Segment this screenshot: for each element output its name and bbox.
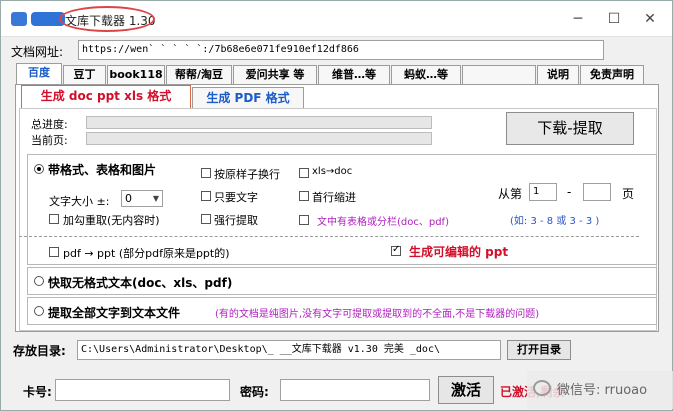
text-only-checkbox[interactable] [201, 191, 211, 201]
url-label: 文档网址: [11, 45, 64, 59]
password-input[interactable] [280, 379, 430, 401]
pdf-ppt-checkbox[interactable] [49, 247, 59, 257]
maximize-icon[interactable]: ☐ [602, 9, 626, 29]
tab-blank[interactable] [462, 65, 536, 84]
page-from-label: 从第 [498, 187, 523, 201]
save-dir-label: 存放目录: [13, 344, 66, 358]
tab-docin[interactable]: 豆丁 [63, 65, 106, 84]
tab-weipu[interactable]: 维普…等 [318, 65, 390, 84]
text-only-label: 只要文字 [214, 191, 258, 204]
table-columns-checkbox[interactable] [299, 215, 309, 225]
card-label: 卡号: [23, 385, 52, 399]
format-radio[interactable] [34, 164, 44, 174]
xls-doc-label: xls→doc [312, 166, 353, 177]
extract-all-radio[interactable] [34, 306, 44, 316]
force-checkbox[interactable] [201, 214, 211, 224]
tab-doc-ppt-xls[interactable]: 生成 doc ppt xls 格式 [21, 85, 191, 109]
page-from-input[interactable]: 1 [529, 183, 557, 201]
wrap-checkbox[interactable] [201, 168, 211, 178]
card-input[interactable] [55, 379, 230, 401]
divider [19, 236, 639, 237]
indent-label: 首行缩进 [312, 191, 356, 204]
save-dir-input[interactable]: C:\Users\Administrator\Desktop\_ __文库下载器… [77, 340, 501, 360]
watermark-text: 微信号: rruoao [557, 383, 648, 398]
fast-text-radio[interactable] [34, 276, 44, 286]
tab-book118[interactable]: book118 [107, 65, 165, 84]
indent-checkbox[interactable] [299, 191, 309, 201]
reload-checkbox[interactable] [49, 214, 59, 224]
editable-ppt-checkbox[interactable] [391, 244, 401, 256]
xls-doc-checkbox[interactable] [299, 168, 309, 178]
close-icon[interactable]: ✕ [638, 9, 662, 29]
tab-baidu[interactable]: 百度 [16, 63, 62, 85]
tab-disclaimer[interactable]: 免责声明 [580, 65, 644, 84]
font-size-value: 0 [125, 192, 132, 205]
current-progress-label: 当前页: [31, 134, 68, 147]
minimize-icon[interactable]: ─ [566, 9, 590, 29]
download-extract-button[interactable]: 下载-提取 [506, 112, 634, 145]
editable-ppt-label: 生成可编辑的 ppt [409, 245, 509, 259]
table-columns-label: 文中有表格或分栏(doc、pdf) [317, 217, 449, 228]
fast-text-label: 快取无格式文本(doc、xls、pdf) [48, 276, 233, 290]
extract-all-label: 提取全部文字到文本文件 [48, 306, 181, 320]
password-label: 密码: [240, 385, 269, 399]
activate-button[interactable]: 激活 [438, 376, 494, 404]
chevron-down-icon: ▼ [152, 194, 159, 203]
current-progress-bar [86, 132, 432, 145]
page-dash: - [567, 185, 572, 199]
page-suffix: 页 [622, 187, 635, 201]
format-group-title: 带格式、表格和图片 [48, 163, 157, 177]
tab-iask[interactable]: 爱问共享 等 [233, 65, 317, 84]
extract-all-note: (有的文档是纯图片,没有文字可提取或提取到的不全面,不是下载器的问题) [215, 309, 540, 320]
url-input[interactable]: https://wen` ` ` ` `:/7b68e6e071fe910ef1… [78, 40, 604, 60]
tab-help[interactable]: 说明 [537, 65, 579, 84]
total-progress-label: 总进度: [31, 118, 68, 131]
force-label: 强行提取 [214, 214, 258, 227]
font-size-select[interactable]: 0 ▼ [121, 190, 163, 207]
tab-mayi[interactable]: 蚂蚁…等 [391, 65, 461, 84]
page-to-input[interactable] [583, 183, 611, 201]
title-bar: 文库下载器 1.30 ─ ☐ ✕ [1, 1, 672, 37]
wechat-icon [533, 380, 551, 396]
app-window: 文库下载器 1.30 ─ ☐ ✕ 文档网址: https://wen` ` ` … [0, 0, 673, 411]
tab-bangbang[interactable]: 帮帮/淘豆 [166, 65, 232, 84]
app-icon [11, 12, 27, 26]
font-size-label: 文字大小 ±: [49, 195, 110, 208]
wrap-label: 按原样子换行 [214, 168, 280, 181]
open-dir-button[interactable]: 打开目录 [507, 340, 571, 360]
page-example: (如: 3 - 8 或 3 - 3 ) [510, 216, 600, 227]
pdf-ppt-label: pdf → ppt (部分pdf原来是ppt的) [63, 247, 230, 260]
total-progress-bar [86, 116, 432, 129]
reload-label: 加勾重取(无内容时) [63, 214, 160, 227]
highlight-oval [59, 6, 155, 32]
tab-pdf[interactable]: 生成 PDF 格式 [192, 87, 304, 109]
